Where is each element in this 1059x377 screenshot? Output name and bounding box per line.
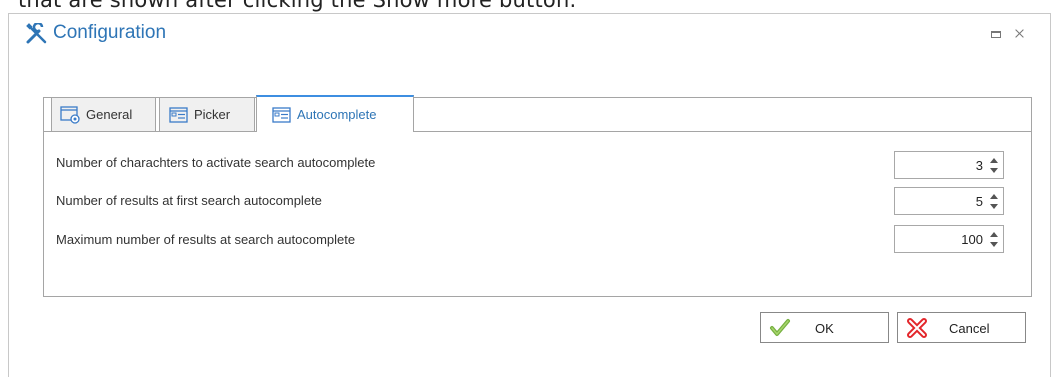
tab-picker-label: Picker [194,107,231,122]
setting-label-max-results: Maximum number of results at search auto… [56,232,356,247]
tab-strip-divider [44,131,1031,132]
tab-general[interactable]: General [51,97,156,131]
spinner-value: 5 [975,194,983,209]
spin-down-icon[interactable] [989,166,999,176]
cancel-button[interactable]: Cancel [897,312,1026,343]
dialog-title: Configuration [53,22,167,43]
close-icon[interactable] [1012,26,1028,42]
ok-button-label: OK [815,321,834,336]
first-results-spinner[interactable]: 5 [894,187,1004,215]
list-window-icon [272,106,291,123]
checkmark-icon [770,319,790,336]
tab-general-label: General [86,107,133,122]
spinner-value: 3 [975,158,983,173]
tab-autocomplete[interactable]: Autocomplete [256,95,414,132]
window-settings-icon [60,105,80,124]
context-text: that are shown after clicking the Show m… [18,0,577,12]
spinner-value: 100 [961,232,983,247]
spin-up-icon[interactable] [989,229,999,239]
setting-label-first-results: Number of results at first search autoco… [56,193,322,208]
activate-chars-spinner[interactable]: 3 [894,151,1004,179]
tab-autocomplete-label: Autocomplete [297,107,377,122]
spin-down-icon[interactable] [989,240,999,250]
ok-button[interactable]: OK [760,312,889,343]
tab-picker[interactable]: Picker [159,97,255,131]
max-results-spinner[interactable]: 100 [894,225,1004,253]
setting-label-activate-chars: Number of charachters to activate search… [56,155,376,170]
tools-icon [26,23,47,44]
maximize-icon[interactable] [988,26,1004,42]
spin-up-icon[interactable] [989,191,999,201]
list-window-icon [169,106,188,123]
red-x-icon [907,318,927,338]
spin-up-icon[interactable] [989,155,999,165]
cancel-button-label: Cancel [949,321,990,336]
spin-down-icon[interactable] [989,202,999,212]
